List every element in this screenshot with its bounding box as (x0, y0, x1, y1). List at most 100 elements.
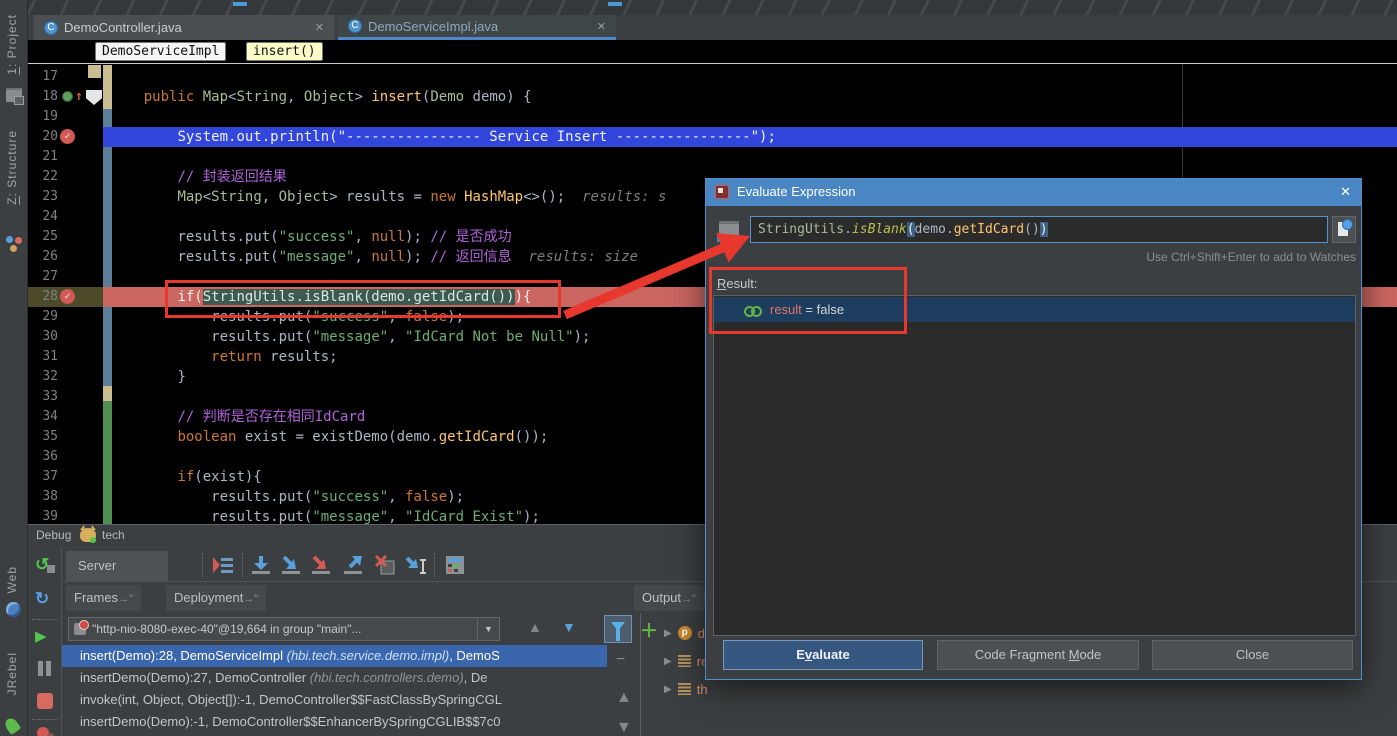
drop-frame-icon[interactable] (374, 554, 396, 576)
panel-splitter[interactable] (640, 613, 641, 736)
thread-selector[interactable]: "http-nio-8080-exec-40"@19,664 in group … (68, 617, 500, 641)
tab-server[interactable]: Server (66, 551, 168, 582)
class-icon: C (44, 21, 58, 35)
annotation-rect-code (165, 280, 561, 318)
step-over-icon[interactable] (250, 554, 272, 576)
line-number: 17 (28, 67, 58, 87)
frame-row[interactable]: insertDemo(Demo):27, DemoController (hbi… (62, 667, 607, 689)
breakpoint-icon[interactable]: ✓ (60, 129, 75, 144)
line-number: 28 (28, 287, 58, 307)
text-segment: StringUtils (758, 222, 844, 237)
text-segment: Map (177, 189, 202, 205)
expand-arrow-icon[interactable]: ▶ (664, 628, 672, 639)
resume-button[interactable]: ▶ (35, 627, 55, 647)
code-text: results.put("message", "IdCard Exist"); (110, 507, 540, 524)
close-button[interactable]: Close (1152, 640, 1353, 670)
text-segment (110, 329, 211, 345)
scroll-up-icon[interactable]: ▲ (616, 689, 632, 707)
text-segment: (exist){ (194, 469, 261, 485)
sidebar-item-project[interactable]: 1: Project (5, 14, 19, 75)
tab-output[interactable]: Output→" (634, 585, 704, 611)
jrebel-rocket-icon[interactable] (3, 716, 21, 735)
top-strip-mark (233, 2, 247, 6)
implementing-method-icon[interactable] (62, 91, 73, 102)
text-segment: insert (371, 89, 422, 105)
code-line-19[interactable]: 19 (28, 107, 1397, 127)
text-segment: results.put( (211, 489, 312, 505)
text-segment: Map (203, 89, 228, 105)
sidebar-item-jrebel[interactable]: JRebel (5, 652, 19, 695)
variable-row[interactable]: ▶th (642, 677, 1397, 701)
line-number: 35 (28, 427, 58, 447)
frame-down-icon[interactable]: ▼ (562, 619, 576, 635)
expression-input[interactable]: StringUtils.isBlank(demo.getIdCard()) (750, 216, 1328, 243)
breadcrumb-class[interactable]: DemoServiceImpl (95, 42, 226, 61)
code-text: boolean exist = existDemo(demo.getIdCard… (110, 427, 548, 447)
remove-icon[interactable]: − (616, 651, 625, 669)
code-line-18[interactable]: 18↑ public Map<String, Object> insert(De… (28, 87, 1397, 107)
text-segment: , DemoS (449, 648, 500, 663)
expand-arrow-icon[interactable]: ▶ (664, 656, 672, 667)
dropdown-arrow-icon[interactable]: ▼ (477, 618, 499, 640)
expand-arrow-icon[interactable]: ▶ (664, 684, 672, 695)
rerun-button[interactable]: ↺ (35, 555, 55, 575)
stop-button[interactable] (37, 693, 53, 709)
pause-button[interactable] (35, 659, 55, 679)
text-segment: Demo (430, 89, 472, 105)
project-folder-icon[interactable] (6, 88, 22, 102)
text-segment: > results = (329, 189, 430, 205)
close-tab-icon[interactable]: ✕ (315, 21, 324, 34)
close-tab-icon[interactable]: ✕ (597, 20, 606, 33)
structure-icon[interactable] (6, 236, 22, 250)
frame-row[interactable]: invoke(int, Object, Object[]):-1, DemoCo… (62, 689, 607, 711)
view-breakpoints-button[interactable] (37, 727, 49, 736)
step-out-icon[interactable] (342, 554, 364, 576)
breakpoint-icon[interactable]: ✓ (60, 289, 75, 304)
code-line-21[interactable]: 21 (28, 147, 1397, 167)
step-into-icon[interactable] (280, 554, 302, 576)
breadcrumb-method[interactable]: insert() (246, 42, 323, 61)
frame-row[interactable]: insertDemo(Demo):-1, DemoController$$Enh… (62, 711, 607, 733)
tab-democontroller[interactable]: C DemoController.java ✕ (34, 15, 334, 40)
run-to-cursor-icon[interactable] (405, 554, 427, 576)
toolbar-divider (242, 553, 243, 577)
line-number: 24 (28, 207, 58, 227)
line-number: 39 (28, 507, 58, 524)
line-number: 31 (28, 347, 58, 367)
code-fragment-mode-button[interactable]: Code Fragment Mode (937, 640, 1139, 670)
show-execution-point-icon[interactable] (212, 554, 234, 576)
text-segment: , (262, 189, 279, 205)
scroll-down-icon[interactable]: ▼ (616, 719, 632, 736)
result-tree: result = false (713, 295, 1356, 636)
code-line-17[interactable]: 17 (28, 67, 1397, 87)
text-segment (110, 129, 177, 145)
text-segment: ); (759, 129, 776, 145)
sidebar-item-structure[interactable]: Z: Structure (5, 130, 19, 205)
text-segment (110, 409, 177, 425)
update-application-button[interactable]: ↻ (35, 589, 55, 609)
text-segment: demo (915, 222, 946, 237)
text-segment: . (844, 222, 852, 237)
field-icon (678, 655, 691, 667)
tab-demoserviceimpl[interactable]: C DemoServiceImpl.java ✕ (338, 15, 616, 40)
frame-up-icon[interactable]: ▲ (528, 619, 542, 635)
close-icon[interactable]: ✕ (1340, 184, 1351, 200)
editor-tab-bar: C DemoController.java ✕ C DemoServiceImp… (28, 15, 1397, 40)
evaluate-button[interactable]: Evaluate (723, 640, 923, 670)
line-number: 36 (28, 447, 58, 467)
text-segment: // 返回信息 (430, 249, 511, 265)
expression-history-icon[interactable] (1332, 216, 1356, 243)
line-number: 21 (28, 147, 58, 167)
force-step-into-icon[interactable] (310, 554, 332, 576)
text-segment (110, 469, 177, 485)
sidebar-item-web[interactable]: Web (5, 566, 19, 593)
dialog-titlebar[interactable]: Evaluate Expression ✕ (706, 179, 1361, 206)
frame-row[interactable]: insert(Demo):28, DemoServiceImpl (hbi.te… (62, 645, 607, 667)
code-line-20[interactable]: 20✓ System.out.println("----------------… (28, 127, 1397, 147)
web-globe-icon[interactable] (6, 602, 21, 617)
tab-frames[interactable]: Frames→" (66, 585, 141, 611)
text-segment: results.put( (177, 229, 278, 245)
evaluate-expression-icon[interactable] (444, 554, 466, 576)
text-segment: String (211, 189, 262, 205)
tab-deployment[interactable]: Deployment→" (166, 585, 266, 611)
